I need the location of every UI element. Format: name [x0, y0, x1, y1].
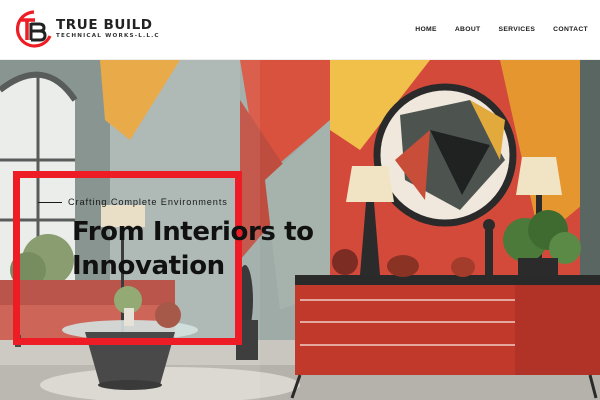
hero-tagline-row: Crafting Complete Environments [38, 197, 228, 207]
nav-home-link[interactable]: HOME [415, 26, 437, 33]
hero-headline-line2: Innovation [72, 251, 225, 281]
hero-headline: From Interiors to Innovation [72, 215, 372, 283]
brand-subtitle: TECHNICAL WORKS-L.L.C [56, 33, 160, 40]
nav-services-link[interactable]: SERVICES [499, 26, 536, 33]
hero-section: Crafting Complete Environments From Inte… [0, 60, 600, 400]
brand-text: TRUE BUILD TECHNICAL WORKS-L.L.C [56, 16, 160, 40]
site-header: TRUE BUILD TECHNICAL WORKS-L.L.C HOME AB… [0, 0, 600, 60]
hero-headline-line1: From Interiors to [72, 217, 314, 247]
brand-logo[interactable]: TRUE BUILD TECHNICAL WORKS-L.L.C [14, 8, 160, 52]
hero-tagline: Crafting Complete Environments [68, 197, 228, 207]
nav-about-link[interactable]: ABOUT [455, 26, 481, 33]
true-build-logo-icon [15, 9, 52, 48]
main-nav: HOME ABOUT SERVICES CONTACT [415, 26, 588, 33]
brand-name: TRUE BUILD [56, 16, 153, 33]
tagline-divider [38, 201, 62, 203]
nav-contact-link[interactable]: CONTACT [553, 26, 588, 33]
